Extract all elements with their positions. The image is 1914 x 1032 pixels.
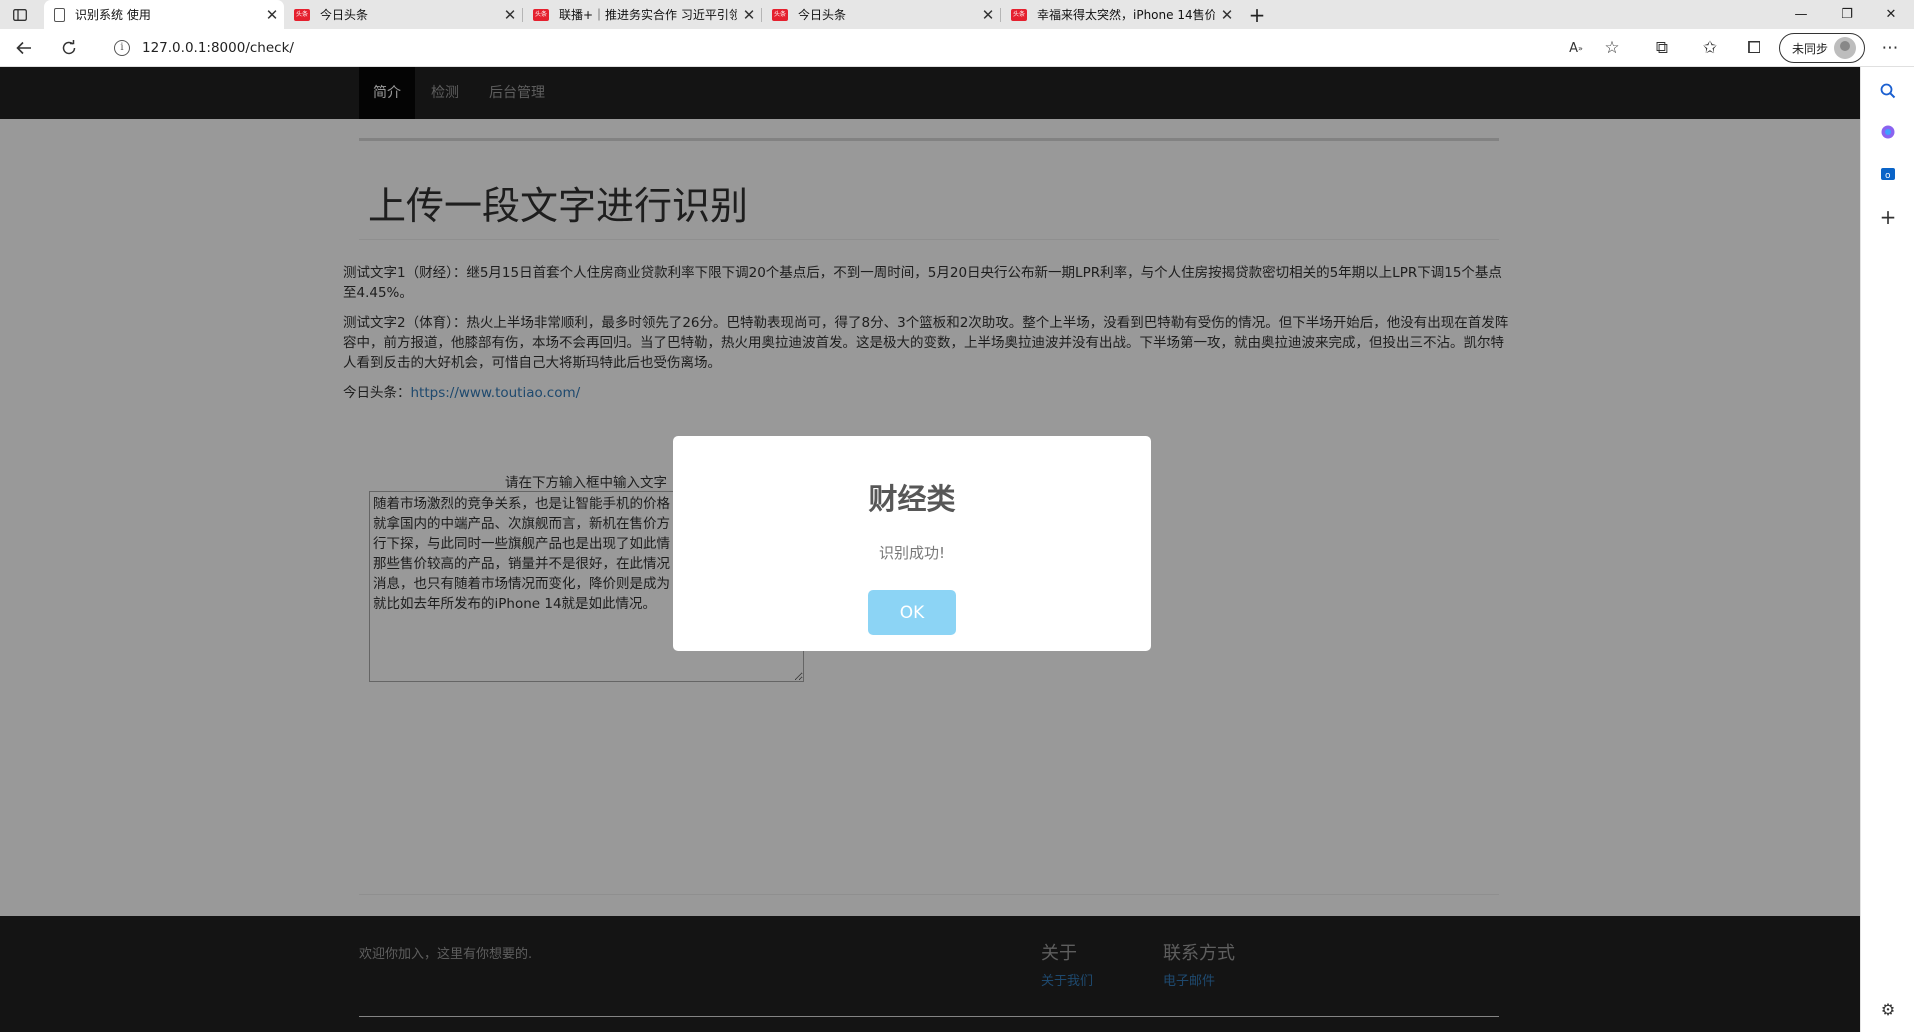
browser-sidebar: o + ⚙ bbox=[1860, 67, 1914, 1032]
read-aloud-icon[interactable]: A» bbox=[1560, 29, 1592, 67]
outlook-glyph: o bbox=[1881, 168, 1895, 181]
outlook-icon[interactable]: o bbox=[1861, 162, 1914, 186]
browser-tab-2[interactable]: 头条 今日头条 ✕ bbox=[284, 0, 522, 29]
profile-button[interactable]: 未同步 bbox=[1779, 33, 1865, 63]
result-dialog: 财经类 识别成功! OK bbox=[673, 436, 1151, 651]
dialog-message: 识别成功! bbox=[878, 544, 945, 562]
more-menu-icon[interactable]: ⋯ bbox=[1874, 29, 1906, 67]
search-glyph bbox=[1880, 83, 1896, 99]
restore-icon[interactable]: ❐ bbox=[1824, 0, 1870, 29]
browser-tab-5[interactable]: 头条 幸福来得太突然，iPhone 14售价 ✕ bbox=[1001, 0, 1239, 29]
toutiao-icon: 头条 bbox=[772, 8, 788, 21]
close-icon[interactable]: ✕ bbox=[260, 6, 284, 24]
back-arrow-icon[interactable] bbox=[8, 29, 40, 67]
modal-backdrop-footer[interactable] bbox=[0, 916, 1860, 1032]
tab-title: 今日头条 bbox=[798, 8, 847, 22]
profile-label: 未同步 bbox=[1792, 41, 1829, 56]
refresh-glyph bbox=[62, 40, 76, 55]
toutiao-icon: 头条 bbox=[1011, 8, 1027, 21]
refresh-icon[interactable] bbox=[53, 29, 85, 67]
tab-title: 幸福来得太突然，iPhone 14售价 bbox=[1037, 8, 1215, 22]
close-window-icon[interactable]: ✕ bbox=[1868, 0, 1914, 29]
browser-tab-4[interactable]: 头条 今日头条 ✕ bbox=[762, 0, 1000, 29]
browser-tab-1[interactable]: 识别系统 使用 ✕ bbox=[44, 0, 284, 29]
toutiao-icon: 头条 bbox=[294, 8, 310, 21]
minimize-icon[interactable]: — bbox=[1778, 0, 1824, 29]
add-favorite-icon[interactable]: ☆ bbox=[1596, 29, 1628, 67]
search-icon[interactable] bbox=[1861, 79, 1914, 103]
browser-tab-bar: 识别系统 使用 ✕ 头条 今日头条 ✕ 头条 联播+｜推进务实合作 习近平引领 … bbox=[0, 0, 1914, 29]
favorites-icon[interactable]: ✩ bbox=[1694, 29, 1726, 67]
ok-button[interactable]: OK bbox=[868, 590, 956, 635]
avatar-icon bbox=[1834, 37, 1857, 59]
collections-icon[interactable]: ⧠ bbox=[1738, 29, 1770, 67]
copilot-glyph bbox=[1881, 125, 1895, 139]
copilot-icon[interactable] bbox=[1861, 120, 1914, 144]
dialog-title: 财经类 bbox=[868, 482, 956, 516]
extensions-icon[interactable]: ⧉ bbox=[1646, 29, 1678, 67]
tab-actions-glyph bbox=[13, 8, 27, 21]
close-icon[interactable]: ✕ bbox=[1215, 6, 1239, 24]
add-sidebar-icon[interactable]: + bbox=[1861, 205, 1914, 229]
settings-gear-icon[interactable]: ⚙ bbox=[1861, 997, 1914, 1021]
close-icon[interactable]: ✕ bbox=[737, 6, 761, 24]
new-tab-button[interactable]: + bbox=[1240, 0, 1274, 29]
toutiao-icon: 头条 bbox=[533, 8, 549, 21]
browser-toolbar: i 127.0.0.1:8000/check/ A» ☆ ⧉ ✩ ⧠ 未同步 ⋯ bbox=[0, 29, 1914, 67]
site-info-icon[interactable]: i bbox=[114, 40, 130, 56]
page-icon bbox=[54, 7, 65, 22]
tab-actions-icon[interactable] bbox=[0, 0, 40, 29]
browser-tab-3[interactable]: 头条 联播+｜推进务实合作 习近平引领 ✕ bbox=[523, 0, 761, 29]
tab-title: 联播+｜推进务实合作 习近平引领 bbox=[559, 8, 737, 22]
address-bar[interactable]: i 127.0.0.1:8000/check/ bbox=[100, 33, 1550, 63]
close-icon[interactable]: ✕ bbox=[498, 6, 522, 24]
page-viewport: 简介 检测 后台管理 上传一段文字进行识别 测试文字1（财经）：继5月15日首套… bbox=[0, 67, 1860, 1032]
tab-title: 识别系统 使用 bbox=[75, 8, 151, 22]
back-arrow-glyph bbox=[16, 41, 31, 55]
svg-text:o: o bbox=[1885, 171, 1891, 181]
tab-title: 今日头条 bbox=[320, 8, 369, 22]
address-url[interactable]: 127.0.0.1:8000/check/ bbox=[142, 40, 294, 56]
close-icon[interactable]: ✕ bbox=[976, 6, 1000, 24]
